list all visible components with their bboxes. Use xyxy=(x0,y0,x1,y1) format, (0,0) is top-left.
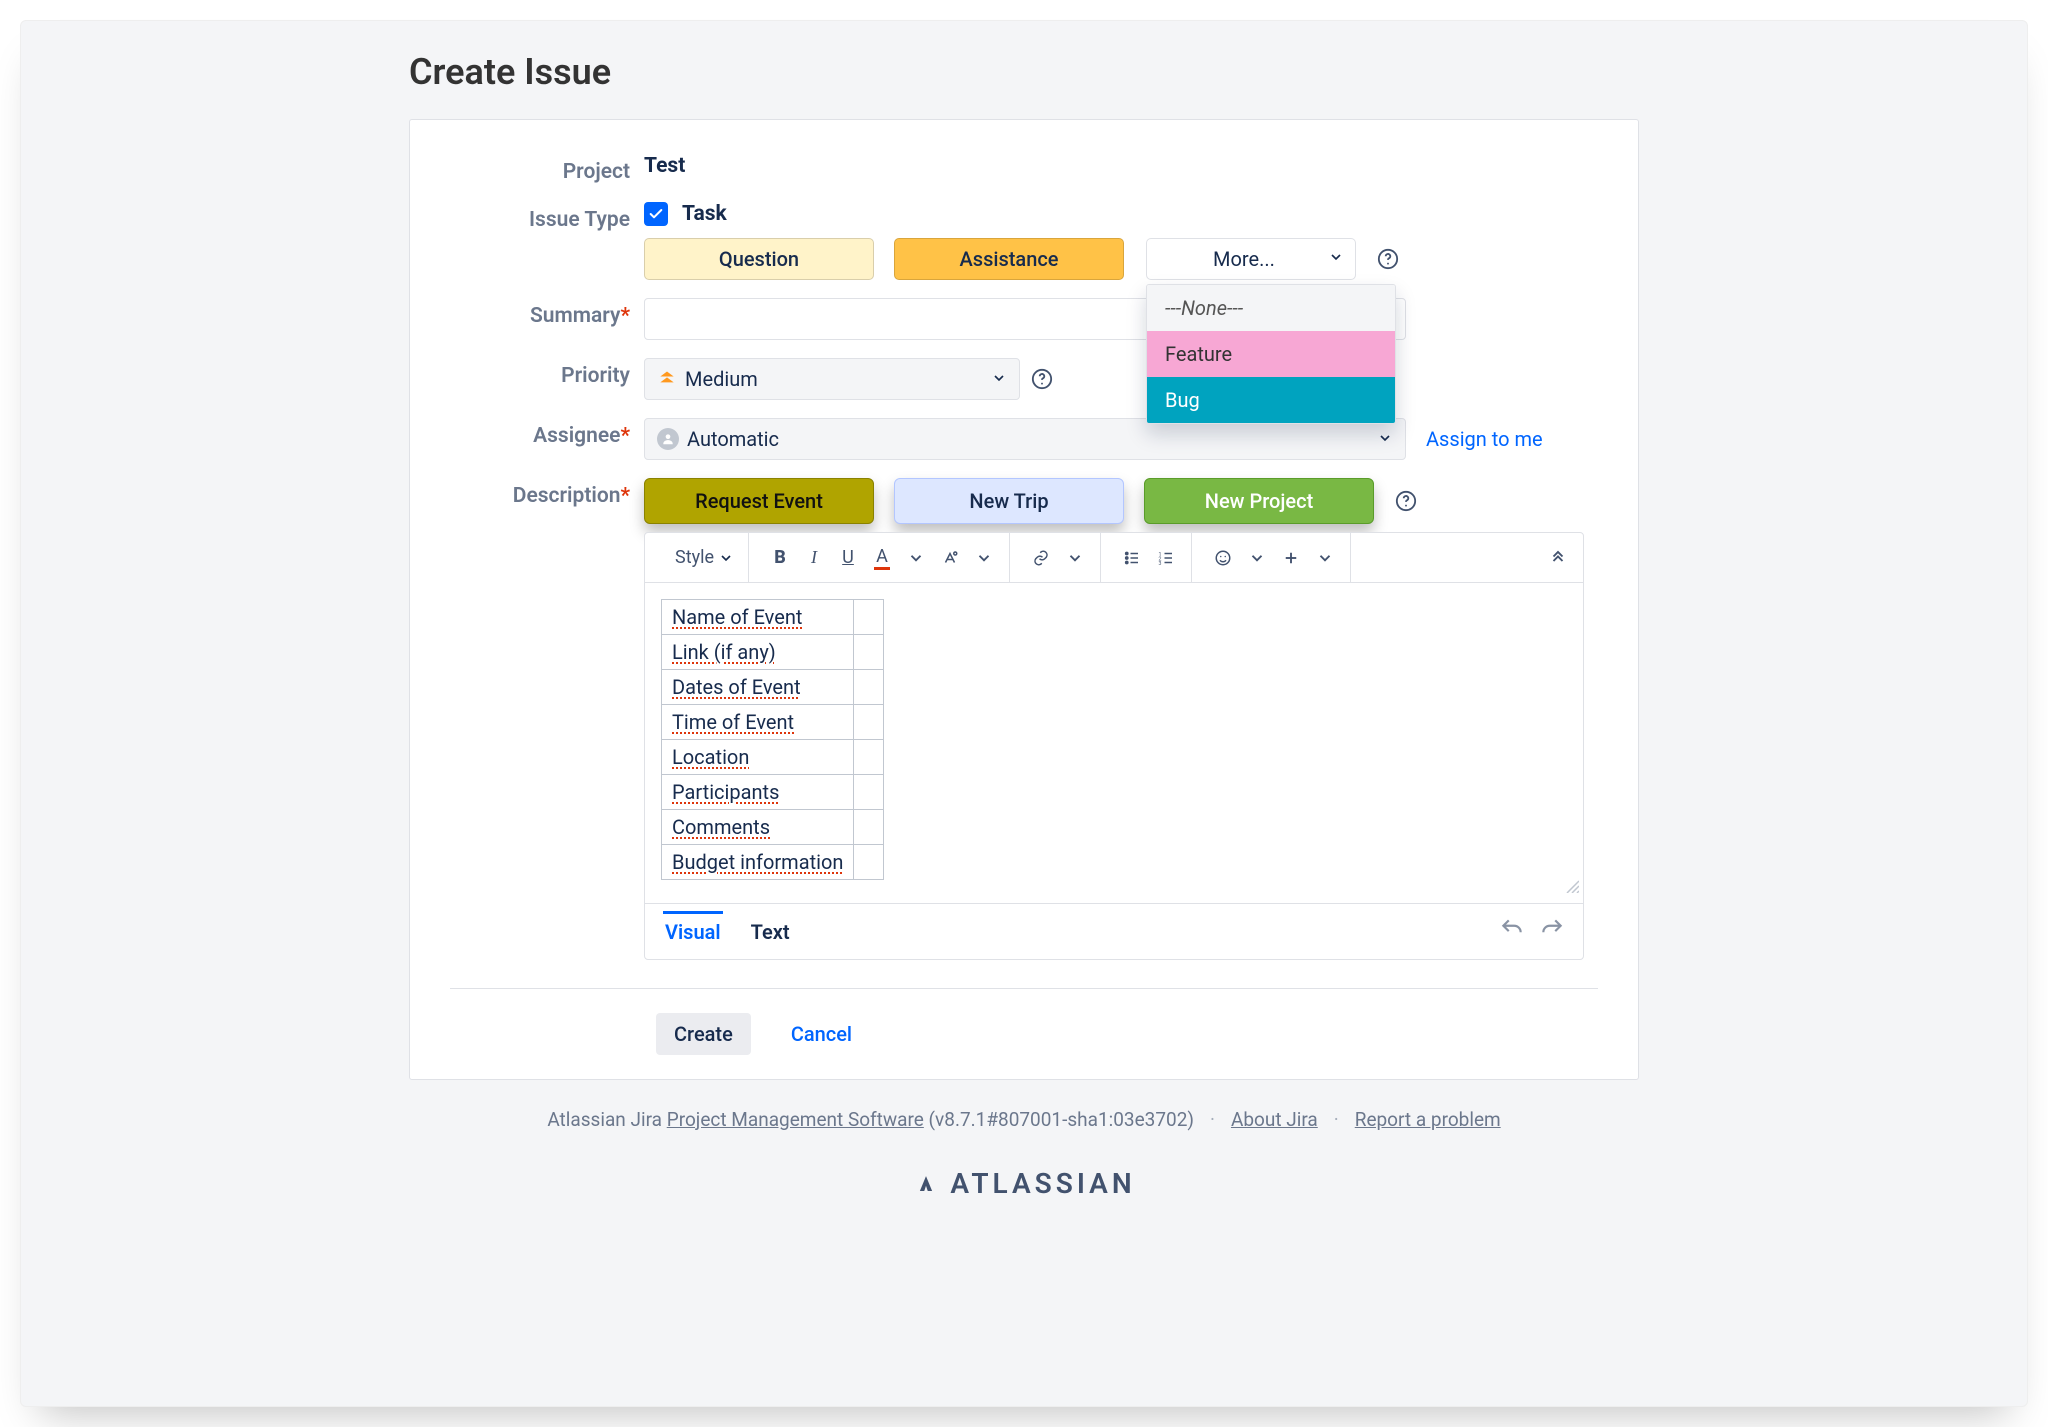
issue-type-value: Task xyxy=(682,202,727,226)
create-issue-panel: Project Test Issue Type Task Question As… xyxy=(409,119,1639,1080)
undo-button[interactable] xyxy=(1499,916,1525,948)
table-cell xyxy=(854,705,884,740)
table-cell xyxy=(854,600,884,635)
editor-tab-visual[interactable]: Visual xyxy=(663,911,723,950)
priority-value: Medium xyxy=(685,367,758,391)
editor-tabs: Visual Text xyxy=(645,903,1583,959)
toolbar-collapse-button[interactable] xyxy=(1549,546,1567,570)
table-cell: Budget information xyxy=(662,845,854,880)
chevron-down-icon xyxy=(991,367,1007,391)
table-cell xyxy=(854,635,884,670)
assign-to-me-link[interactable]: Assign to me xyxy=(1426,427,1543,451)
table-row: Name of Event xyxy=(662,600,884,635)
atlassian-brand-text: ATLASSIAN xyxy=(950,1167,1135,1200)
table-cell: Link (if any) xyxy=(662,635,854,670)
issue-type-assistance-button[interactable]: Assistance xyxy=(894,238,1124,280)
cancel-button[interactable]: Cancel xyxy=(773,1013,870,1055)
label-summary: Summary* xyxy=(450,298,644,328)
toolbar-bullet-list-button[interactable] xyxy=(1117,543,1147,573)
svg-text:3: 3 xyxy=(1159,560,1162,566)
toolbar-numbered-list-button[interactable]: 123 xyxy=(1151,543,1181,573)
label-issue-type: Issue Type xyxy=(450,202,644,232)
footer-pms-link[interactable]: Project Management Software xyxy=(667,1108,924,1131)
user-avatar-icon xyxy=(657,428,679,450)
redo-button[interactable] xyxy=(1539,916,1565,948)
table-cell xyxy=(854,775,884,810)
toolbar-italic-button[interactable]: I xyxy=(799,543,829,573)
issue-type-more-dropdown: ---None--- Feature Bug xyxy=(1146,284,1396,424)
table-cell: Name of Event xyxy=(662,600,854,635)
template-request-event-button[interactable]: Request Event xyxy=(644,478,874,524)
priority-select[interactable]: Medium xyxy=(644,358,1020,400)
help-icon[interactable] xyxy=(1394,489,1418,513)
editor-body[interactable]: Name of EventLink (if any)Dates of Event… xyxy=(645,583,1583,903)
table-cell: Location xyxy=(662,740,854,775)
toolbar-insert-button[interactable] xyxy=(1276,543,1306,573)
toolbar-bold-button[interactable]: B xyxy=(765,543,795,573)
assignee-select[interactable]: Automatic xyxy=(644,418,1406,460)
issue-type-question-button[interactable]: Question xyxy=(644,238,874,280)
table-cell: Time of Event xyxy=(662,705,854,740)
help-icon[interactable] xyxy=(1376,247,1400,271)
table-cell xyxy=(854,845,884,880)
toolbar-link-button[interactable] xyxy=(1026,543,1056,573)
table-cell: Dates of Event xyxy=(662,670,854,705)
template-new-project-button[interactable]: New Project xyxy=(1144,478,1374,524)
editor-toolbar: Style B I U A xyxy=(645,533,1583,583)
table-cell xyxy=(854,810,884,845)
label-project: Project xyxy=(450,154,644,184)
page-title: Create Issue xyxy=(409,51,1639,93)
chevron-down-icon[interactable] xyxy=(901,543,931,573)
assignee-value: Automatic xyxy=(687,427,779,451)
chevron-down-icon[interactable] xyxy=(1060,543,1090,573)
project-value: Test xyxy=(644,154,685,178)
toolbar-underline-button[interactable]: U xyxy=(833,543,863,573)
table-row: Budget information xyxy=(662,845,884,880)
label-description: Description* xyxy=(450,478,644,508)
more-option-none[interactable]: ---None--- xyxy=(1147,285,1395,331)
footer-about-link[interactable]: About Jira xyxy=(1231,1108,1318,1131)
chevron-down-icon[interactable] xyxy=(1242,543,1272,573)
editor-tab-text[interactable]: Text xyxy=(749,914,792,950)
table-cell: Comments xyxy=(662,810,854,845)
resize-handle-icon[interactable] xyxy=(1563,875,1579,899)
footer-report-link[interactable]: Report a problem xyxy=(1355,1108,1501,1131)
more-option-bug[interactable]: Bug xyxy=(1147,377,1395,423)
toolbar-more-format-button[interactable] xyxy=(935,543,965,573)
footer-version: (v8.7.1#807001-sha1:03e3702) xyxy=(924,1108,1194,1131)
footer-prefix: Atlassian Jira xyxy=(547,1108,666,1131)
atlassian-logo-icon xyxy=(912,1170,940,1198)
toolbar-text-color-button[interactable]: A xyxy=(867,543,897,573)
create-button[interactable]: Create xyxy=(656,1013,751,1055)
issue-type-more-select[interactable]: More... ---None--- Feature Bug xyxy=(1146,238,1356,280)
help-icon[interactable] xyxy=(1030,367,1054,391)
toolbar-emoji-button[interactable] xyxy=(1208,543,1238,573)
table-cell: Participants xyxy=(662,775,854,810)
table-row: Dates of Event xyxy=(662,670,884,705)
table-row: Participants xyxy=(662,775,884,810)
table-cell xyxy=(854,740,884,775)
more-option-feature[interactable]: Feature xyxy=(1147,331,1395,377)
toolbar-style-menu[interactable]: Style xyxy=(671,547,738,568)
priority-medium-icon xyxy=(657,369,677,389)
table-row: Time of Event xyxy=(662,705,884,740)
table-row: Location xyxy=(662,740,884,775)
table-row: Comments xyxy=(662,810,884,845)
task-icon xyxy=(644,202,668,226)
table-cell xyxy=(854,670,884,705)
chevron-down-icon xyxy=(1377,427,1393,451)
issue-type-more-label: More... xyxy=(1213,247,1275,271)
label-assignee: Assignee* xyxy=(450,418,644,448)
description-editor: Style B I U A xyxy=(644,532,1584,960)
chevron-down-icon xyxy=(1328,247,1344,271)
description-table: Name of EventLink (if any)Dates of Event… xyxy=(661,599,884,880)
atlassian-brand: ATLASSIAN xyxy=(912,1167,1135,1200)
chevron-down-icon[interactable] xyxy=(1310,543,1340,573)
template-new-trip-button[interactable]: New Trip xyxy=(894,478,1124,524)
chevron-down-icon[interactable] xyxy=(969,543,999,573)
table-row: Link (if any) xyxy=(662,635,884,670)
footer: Atlassian Jira Project Management Softwa… xyxy=(547,1108,1500,1131)
label-priority: Priority xyxy=(450,358,644,388)
